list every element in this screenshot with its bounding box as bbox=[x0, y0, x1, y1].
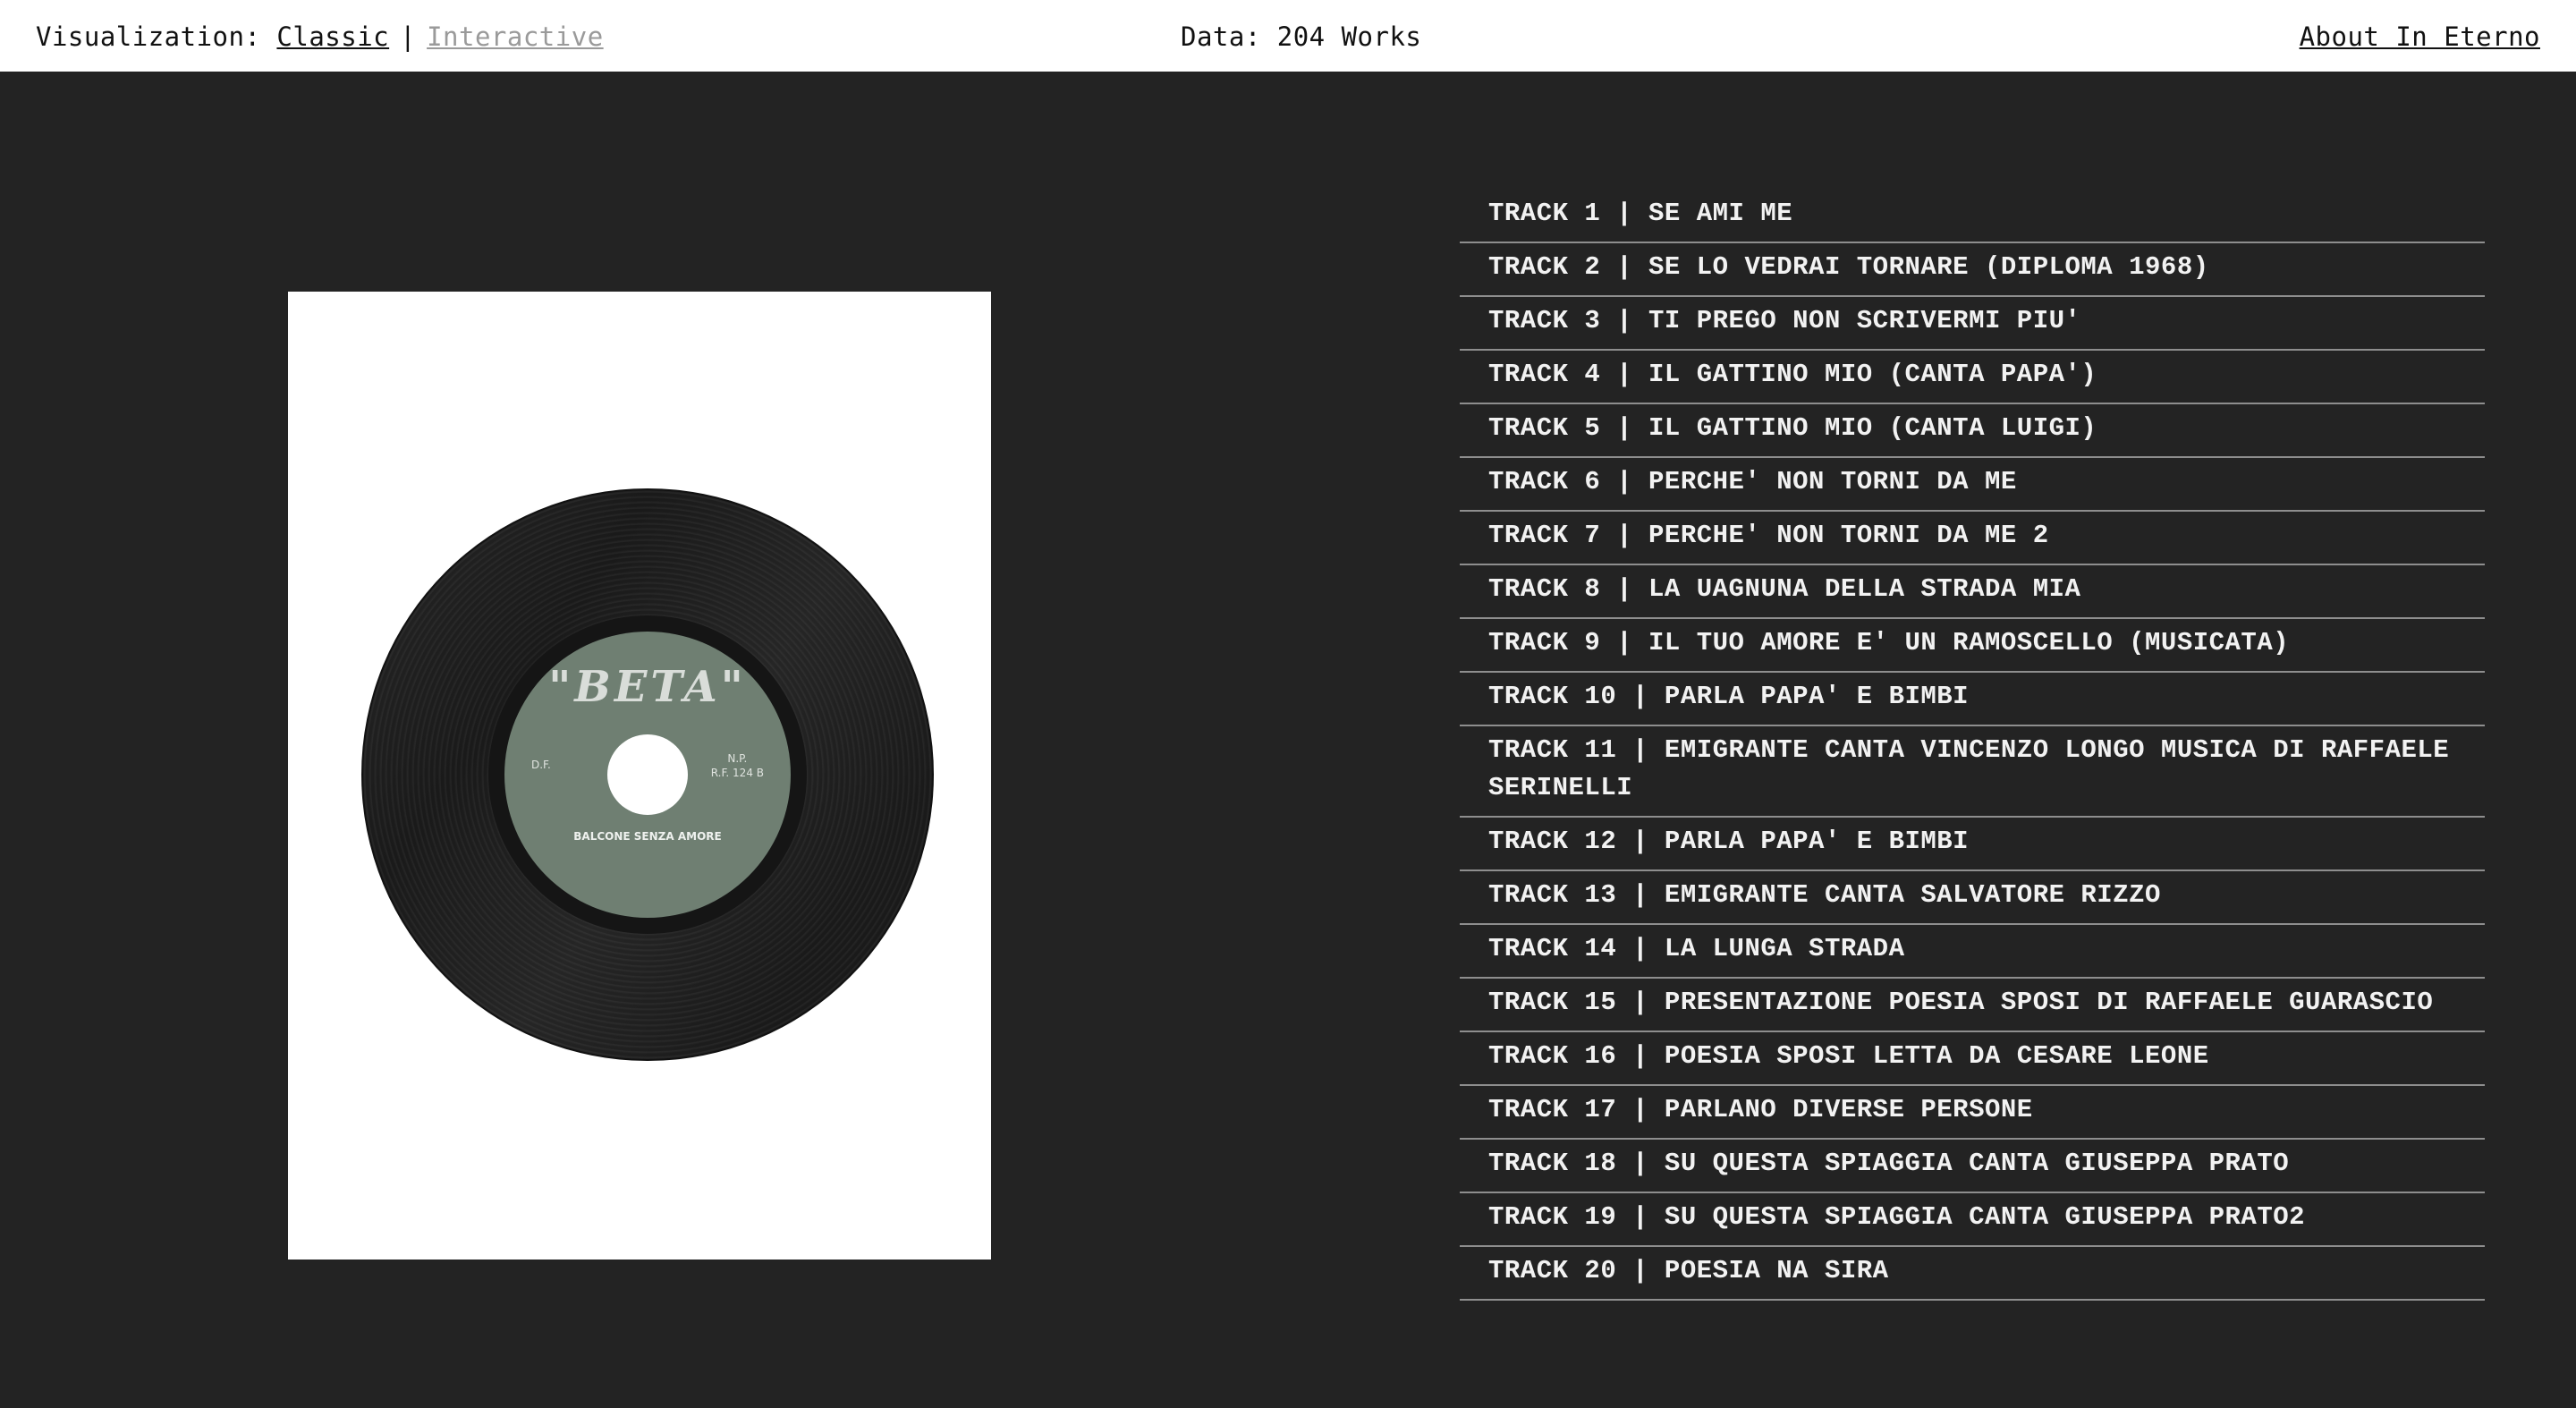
track-item[interactable]: TRACK 13 | EMIGRANTE CANTA SALVATORE RIZ… bbox=[1460, 871, 2485, 925]
record-title: BALCONE SENZA AMORE bbox=[573, 830, 722, 843]
visualization-label: Visualization: bbox=[36, 21, 261, 52]
track-item[interactable]: TRACK 10 | PARLA PAPA' E BIMBI bbox=[1460, 673, 2485, 726]
track-item[interactable]: TRACK 7 | PERCHE' NON TORNI DA ME 2 bbox=[1460, 512, 2485, 565]
top-navigation-bar: Visualization: Classic | Interactive Data:… bbox=[0, 0, 2576, 72]
track-item[interactable]: TRACK 4 | IL GATTINO MIO (CANTA PAPA') bbox=[1460, 351, 2485, 404]
track-item[interactable]: TRACK 9 | IL TUO AMORE E' UN RAMOSCELLO … bbox=[1460, 619, 2485, 673]
vinyl-record: "BETA" D.F. N.P. R.F. 124 B BALCONE SENZ… bbox=[363, 490, 932, 1059]
track-item[interactable]: TRACK 11 | EMIGRANTE CANTA VINCENZO LONG… bbox=[1460, 726, 2485, 818]
view-separator: | bbox=[400, 21, 417, 52]
track-item[interactable]: TRACK 15 | PRESENTAZIONE POESIA SPOSI DI… bbox=[1460, 979, 2485, 1032]
record-left-code: D.F. bbox=[531, 759, 551, 771]
track-item[interactable]: TRACK 18 | SU QUESTA SPIAGGIA CANTA GIUS… bbox=[1460, 1140, 2485, 1193]
track-item[interactable]: TRACK 17 | PARLANO DIVERSE PERSONE bbox=[1460, 1086, 2485, 1140]
track-item[interactable]: TRACK 3 | TI PREGO NON SCRIVERMI PIU' bbox=[1460, 297, 2485, 351]
record-label: "BETA" D.F. N.P. R.F. 124 B BALCONE SENZ… bbox=[504, 632, 791, 918]
record-brand: "BETA" bbox=[548, 662, 747, 712]
track-item[interactable]: TRACK 16 | POESIA SPOSI LETTA DA CESARE … bbox=[1460, 1032, 2485, 1086]
visualization-switcher: Visualization: Classic | Interactive bbox=[36, 21, 604, 52]
interactive-view-link[interactable]: Interactive bbox=[427, 21, 604, 52]
track-item[interactable]: TRACK 12 | PARLA PAPA' E BIMBI bbox=[1460, 818, 2485, 871]
data-count: Data: 204 Works bbox=[1181, 21, 1422, 52]
record-right-code: N.P. R.F. 124 B bbox=[711, 751, 764, 780]
track-item[interactable]: TRACK 8 | LA UAGNUNA DELLA STRADA MIA bbox=[1460, 565, 2485, 619]
track-item[interactable]: TRACK 19 | SU QUESTA SPIAGGIA CANTA GIUS… bbox=[1460, 1193, 2485, 1247]
record-right-code-2: R.F. 124 B bbox=[710, 767, 764, 779]
track-item[interactable]: TRACK 14 | LA LUNGA STRADA bbox=[1460, 925, 2485, 979]
track-item[interactable]: TRACK 20 | POESIA NA SIRA bbox=[1460, 1247, 2485, 1301]
record-spindle-hole bbox=[607, 734, 688, 815]
classic-view-link[interactable]: Classic bbox=[276, 21, 389, 52]
about-link[interactable]: About In Eterno bbox=[2300, 21, 2540, 52]
track-list: TRACK 1 | SE AMI ME TRACK 2 | SE LO VEDR… bbox=[1460, 190, 2485, 1301]
track-item[interactable]: TRACK 1 | SE AMI ME bbox=[1460, 190, 2485, 243]
record-right-code-1: N.P. bbox=[727, 752, 748, 765]
record-cover-image: "BETA" D.F. N.P. R.F. 124 B BALCONE SENZ… bbox=[288, 292, 991, 1260]
track-item[interactable]: TRACK 5 | IL GATTINO MIO (CANTA LUIGI) bbox=[1460, 404, 2485, 458]
track-item[interactable]: TRACK 6 | PERCHE' NON TORNI DA ME bbox=[1460, 458, 2485, 512]
track-item[interactable]: TRACK 2 | SE LO VEDRAI TORNARE (DIPLOMA … bbox=[1460, 243, 2485, 297]
